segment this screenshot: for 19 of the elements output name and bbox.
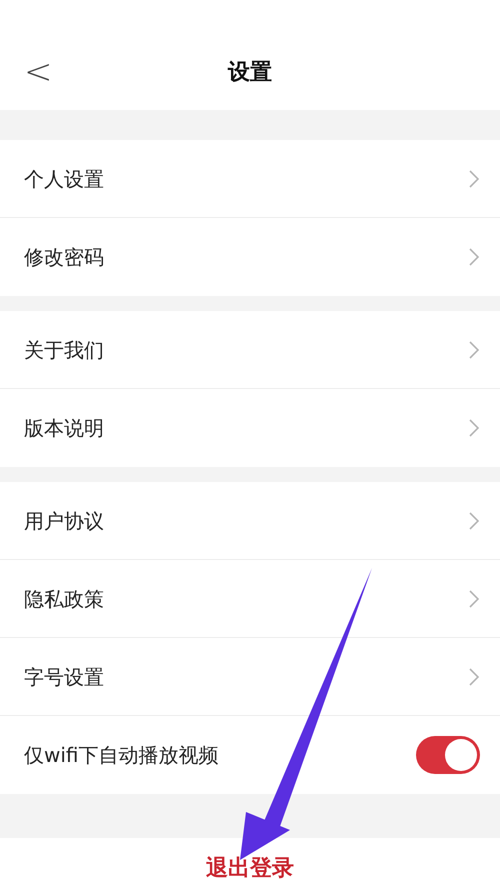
logout-button[interactable]: 退出登录	[206, 852, 294, 884]
setting-label: 修改密码	[24, 244, 104, 271]
page-title: 设置	[228, 59, 272, 87]
toggle-switch[interactable]	[416, 736, 480, 774]
setting-label: 隐私政策	[24, 586, 104, 612]
chevron-right-icon[interactable]	[468, 418, 480, 438]
setting-label: 版本说明	[24, 415, 104, 442]
chevron-right-icon[interactable]	[468, 588, 480, 608]
chevron-right-icon[interactable]	[468, 168, 480, 188]
setting-label: 字号设置	[24, 664, 104, 690]
setting-label: 个人设置	[24, 166, 104, 192]
chevron-right-icon[interactable]	[468, 666, 480, 686]
setting-label: 仅wifi下自动播放视频	[24, 742, 219, 769]
chevron-right-icon[interactable]	[468, 247, 480, 267]
setting-label: 用户协议	[24, 508, 104, 534]
back-button[interactable]: <	[24, 46, 52, 98]
chevron-right-icon[interactable]	[468, 510, 480, 530]
setting-label: 关于我们	[24, 336, 104, 364]
chevron-right-icon[interactable]	[468, 340, 480, 360]
